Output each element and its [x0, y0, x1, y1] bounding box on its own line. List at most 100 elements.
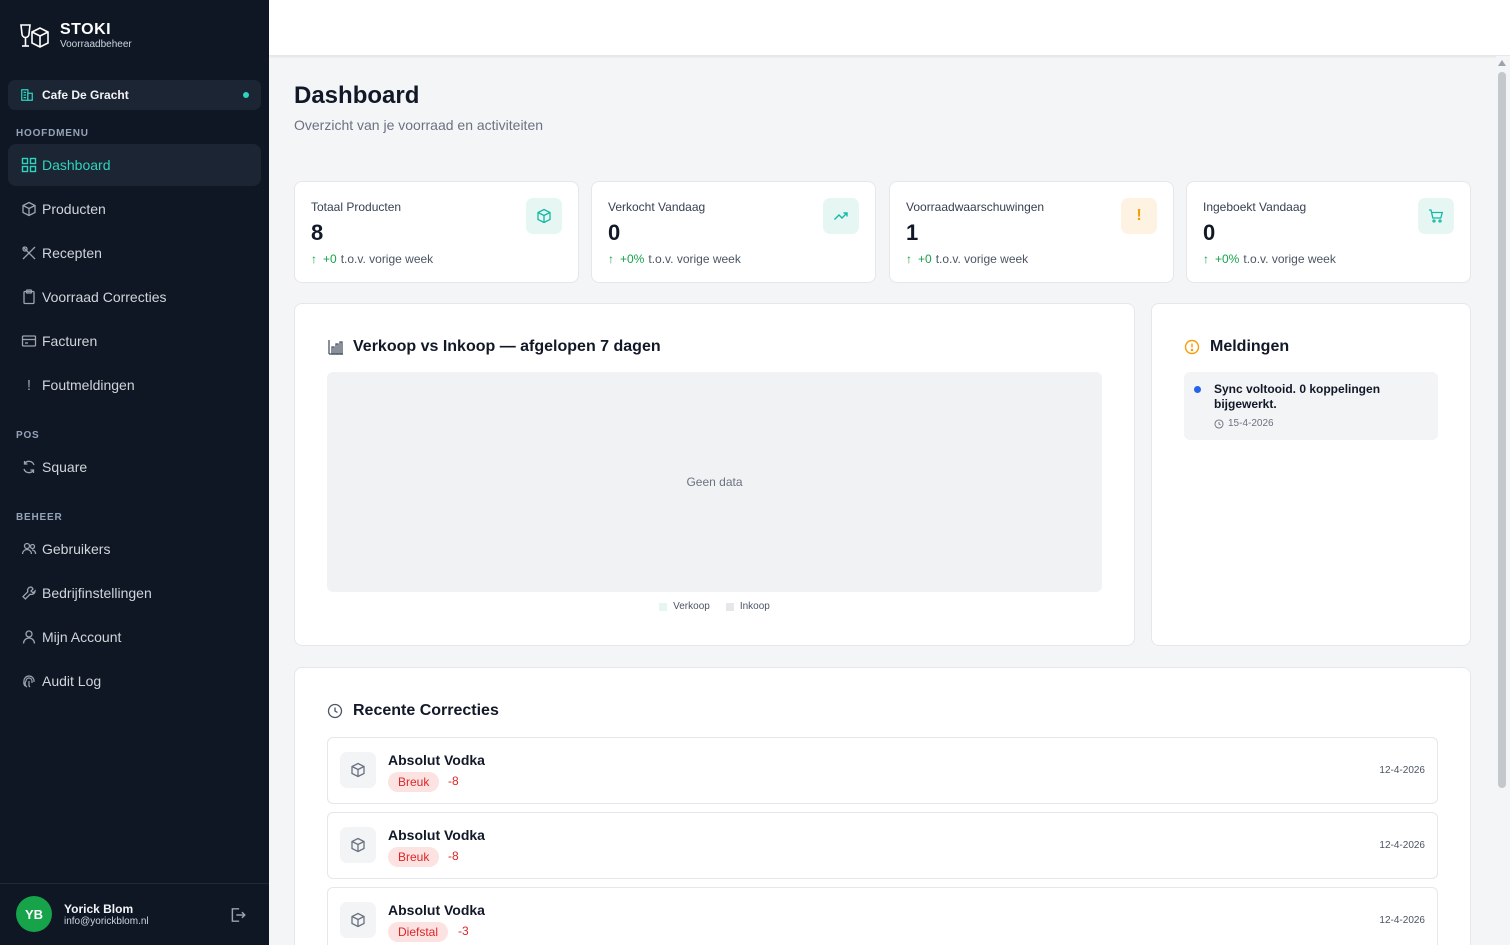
- arrow-up-icon: ↑: [608, 252, 614, 266]
- grid-icon: [20, 156, 38, 174]
- unread-dot: [1194, 386, 1201, 393]
- stat-delta: +0: [323, 252, 337, 266]
- correction-type-badge: Breuk: [388, 772, 440, 792]
- trending-up-icon: [823, 198, 859, 234]
- sidebar-item-square[interactable]: Square: [8, 446, 261, 488]
- sidebar-item-voorraad-correcties[interactable]: Voorraad Correcties: [8, 276, 261, 318]
- legend-item-inkoop[interactable]: Inkoop: [725, 601, 770, 612]
- stat-trend: ↑ +0 t.o.v. vorige week: [311, 252, 433, 266]
- users-icon: [20, 540, 38, 558]
- stat-card-sold-today: Verkocht Vandaag 0 ↑ +0% t.o.v. vorige w…: [591, 181, 876, 283]
- stat-title: Ingeboekt Vandaag: [1203, 200, 1307, 214]
- correction-product: Absolut Vodka: [388, 902, 485, 918]
- notifications-title: Meldingen: [1184, 338, 1289, 356]
- stat-trend: ↑ +0% t.o.v. vorige week: [608, 252, 741, 266]
- sidebar-item-foutmeldingen[interactable]: ! Foutmeldingen: [8, 364, 261, 406]
- stat-value: 1: [906, 220, 919, 245]
- notifications-panel: Meldingen Sync voltooid. 0 koppelingen b…: [1151, 303, 1471, 646]
- clock-icon: [1214, 418, 1224, 429]
- refresh-icon: [20, 458, 38, 476]
- box-icon: [340, 902, 376, 938]
- fingerprint-icon: [20, 672, 38, 690]
- sidebar-item-audit-log[interactable]: Audit Log: [8, 660, 261, 702]
- avatar[interactable]: YB: [16, 896, 52, 932]
- correction-date: 12-4-2026: [1379, 840, 1425, 851]
- clock-icon: [327, 702, 345, 720]
- credit-card-icon: [20, 332, 38, 350]
- corrections-title-text: Recente Correcties: [353, 702, 499, 719]
- chart-empty-text: Geen data: [686, 475, 743, 489]
- correction-date: 12-4-2026: [1379, 915, 1425, 926]
- table-row[interactable]: Absolut Vodka Diefstal -3 12-4-2026: [327, 887, 1438, 945]
- location-switcher[interactable]: Cafe De Gracht: [8, 80, 261, 110]
- sidebar-item-dashboard[interactable]: Dashboard: [8, 144, 261, 186]
- chart-legend: Verkoop Inkoop: [295, 601, 1134, 612]
- sidebar-item-gebruikers[interactable]: Gebruikers: [8, 528, 261, 570]
- table-row[interactable]: Absolut Vodka Breuk -8 12-4-2026: [327, 812, 1438, 879]
- stat-card-booked-today: Ingeboekt Vandaag 0 ↑ +0% t.o.v. vorige …: [1186, 181, 1471, 283]
- sidebar-item-facturen[interactable]: Facturen: [8, 320, 261, 362]
- location-name: Cafe De Gracht: [42, 88, 129, 102]
- wrench-icon: [20, 584, 38, 602]
- clipboard-icon: [20, 288, 38, 306]
- correction-product: Absolut Vodka: [388, 827, 485, 843]
- sidebar-item-producten[interactable]: Producten: [8, 188, 261, 230]
- stat-trend: ↑ +0% t.o.v. vorige week: [1203, 252, 1336, 266]
- stat-title: Totaal Producten: [311, 200, 402, 214]
- correction-qty: -8: [448, 849, 459, 863]
- legend-label: Inkoop: [739, 601, 770, 612]
- arrow-up-icon: ↑: [311, 252, 317, 266]
- correction-type-badge: Diefstal: [388, 922, 449, 942]
- stat-card-total-products: Totaal Producten 8 ↑ +0 t.o.v. vorige we…: [294, 181, 579, 283]
- stat-trend: ↑ +0 t.o.v. vorige week: [906, 252, 1028, 266]
- stat-value: 0: [1203, 220, 1216, 245]
- section-label-main: HOOFDMENU: [16, 128, 89, 139]
- sidebar-item-recepten[interactable]: Recepten: [8, 232, 261, 274]
- legend-swatch: [659, 602, 668, 611]
- exclamation-icon: !: [26, 376, 32, 394]
- sidebar-item-label: Voorraad Correcties: [42, 289, 167, 305]
- sidebar-item-label: Mijn Account: [42, 629, 122, 645]
- cart-icon: [1418, 198, 1454, 234]
- chart-area: Geen data: [327, 372, 1102, 592]
- stat-delta: +0%: [1215, 252, 1240, 266]
- user-panel: YB Yorick Blom info@yorickblom.nl: [0, 883, 269, 945]
- logout-icon[interactable]: [229, 906, 247, 924]
- sidebar-item-label: Dashboard: [42, 157, 111, 173]
- section-label-admin: BEHEER: [16, 512, 63, 523]
- correction-type-badge: Breuk: [388, 847, 440, 867]
- stat-value: 0: [608, 220, 621, 245]
- box-icon: [340, 752, 376, 788]
- notification-date-text: 15-4-2026: [1228, 418, 1274, 429]
- page-title: Dashboard: [294, 82, 420, 109]
- table-row[interactable]: Absolut Vodka Breuk -8 12-4-2026: [327, 737, 1438, 804]
- arrow-up-icon: ↑: [906, 252, 912, 266]
- brand-subtitle: Voorraadbeheer: [60, 39, 132, 50]
- legend-item-verkoop[interactable]: Verkoop: [659, 601, 710, 612]
- sidebar-item-label: Foutmeldingen: [42, 377, 135, 393]
- brand[interactable]: STOKI Voorraadbeheer: [18, 20, 132, 52]
- stat-delta-suffix: t.o.v. vorige week: [1243, 252, 1336, 266]
- stat-delta-suffix: t.o.v. vorige week: [935, 252, 1029, 266]
- sidebar-item-label: Producten: [42, 201, 106, 217]
- top-bar: [269, 0, 1510, 56]
- sidebar-item-bedrijfinstellingen[interactable]: Bedrijfinstellingen: [8, 572, 261, 614]
- legend-label: Verkoop: [673, 601, 710, 612]
- correction-qty: -8: [448, 774, 459, 788]
- notification-item[interactable]: Sync voltooid. 0 koppelingen bijgewerkt.…: [1184, 372, 1438, 440]
- correction-date: 12-4-2026: [1379, 765, 1425, 776]
- sidebar-item-label: Recepten: [42, 245, 102, 261]
- scrollbar-thumb[interactable]: [1498, 72, 1506, 788]
- building-icon: [21, 89, 33, 101]
- notification-date: 15-4-2026: [1214, 418, 1274, 429]
- sidebar-item-mijn-account[interactable]: Mijn Account: [8, 616, 261, 658]
- scroll-up-icon[interactable]: [1498, 60, 1506, 66]
- sidebar-item-label: Facturen: [42, 333, 98, 349]
- notifications-title-text: Meldingen: [1210, 338, 1290, 355]
- sidebar: STOKI Voorraadbeheer Cafe De Gracht HOOF…: [0, 0, 269, 945]
- stat-delta-suffix: t.o.v. vorige week: [340, 252, 434, 266]
- section-label-pos: POS: [16, 430, 40, 441]
- sidebar-item-label: Gebruikers: [42, 541, 111, 557]
- bar-chart-icon: [327, 338, 345, 356]
- alert-circle-icon: [1184, 338, 1202, 356]
